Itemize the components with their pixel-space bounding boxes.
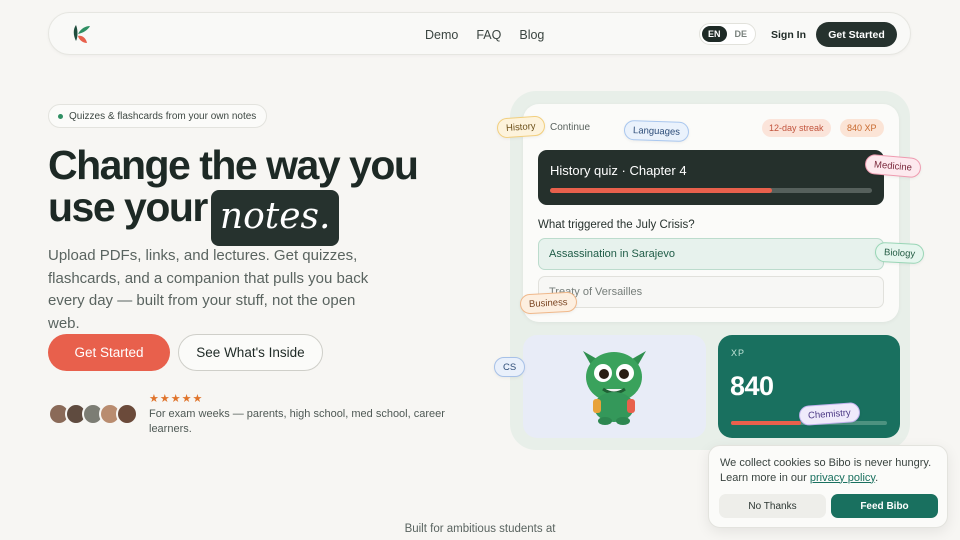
quiz-question: What triggered the July Crisis? [538,219,695,231]
get-started-button[interactable]: Get Started [48,334,170,371]
answer-option-selected[interactable]: Assassination in Sarajevo [538,238,884,270]
nav-get-started-button[interactable]: Get Started [816,22,897,47]
hero-title: Change the way you use your notes. [48,144,468,246]
social-proof-text: For exam weeks — parents, high school, m… [149,408,445,435]
nav-link-demo[interactable]: Demo [425,28,458,42]
feature-pill: Quizzes & flashcards from your own notes [48,104,268,128]
cookie-text: We collect cookies so Bibo is never hung… [720,456,942,485]
quiz-progress-bar [550,188,872,193]
avatar [116,403,138,425]
nav-links: Demo FAQ Blog [425,13,544,56]
lang-en-option[interactable]: EN [702,26,727,42]
mascot-card [523,335,706,438]
avatar-group [48,403,138,425]
hero-subtitle: Upload PDFs, links, and lectures. Get qu… [48,247,369,332]
subject-tag-business: Business [519,291,578,315]
language-switcher: EN DE [699,23,756,45]
answer-option[interactable]: Treaty of Versailles [538,276,884,308]
continue-label: Continue [550,122,591,133]
xp-badge: 840 XP [840,119,884,137]
subject-tag-chemistry: Chemistry [798,401,861,427]
top-nav: Demo FAQ Blog EN DE Sign In Get Started [48,12,911,55]
nav-link-blog[interactable]: Blog [519,28,544,42]
cookie-banner: We collect cookies so Bibo is never hung… [708,445,948,528]
lang-de-option[interactable]: DE [729,26,754,42]
hero-title-line2: use your [48,184,208,230]
cookie-text-end: . [875,471,879,484]
quiz-title: History quiz · Chapter 4 [550,163,687,178]
see-whats-inside-button[interactable]: See What's Inside [178,334,323,371]
quiz-progress-fill [550,188,773,193]
hero-title-highlight: notes. [210,190,340,246]
subject-tag-cs: CS [494,357,526,377]
subject-tag-languages: Languages [623,119,690,143]
nav-link-faq[interactable]: FAQ [476,28,501,42]
mascot-icon [583,351,646,425]
streak-badge: 12-day streak [762,119,831,137]
subject-tag-history: History [496,115,546,139]
hero-title-line1: Change the way you [48,142,419,188]
xp-card-label: XP [731,348,746,358]
sign-in-link[interactable]: Sign In [771,13,806,56]
subject-tag-biology: Biology [874,241,925,265]
logo-icon[interactable] [67,21,93,47]
xp-progress-fill [731,421,802,425]
cookie-decline-button[interactable]: No Thanks [719,494,826,518]
cookie-accept-button[interactable]: Feed Bibo [831,494,938,518]
xp-card-value: 840 [730,371,774,401]
students-heading: Built for ambitious students at [404,523,556,535]
quiz-progress-card: History quiz · Chapter 4 [538,150,884,205]
privacy-policy-link[interactable]: privacy policy [810,472,875,484]
rating-stars-icon: ★★★★★ [149,393,204,405]
